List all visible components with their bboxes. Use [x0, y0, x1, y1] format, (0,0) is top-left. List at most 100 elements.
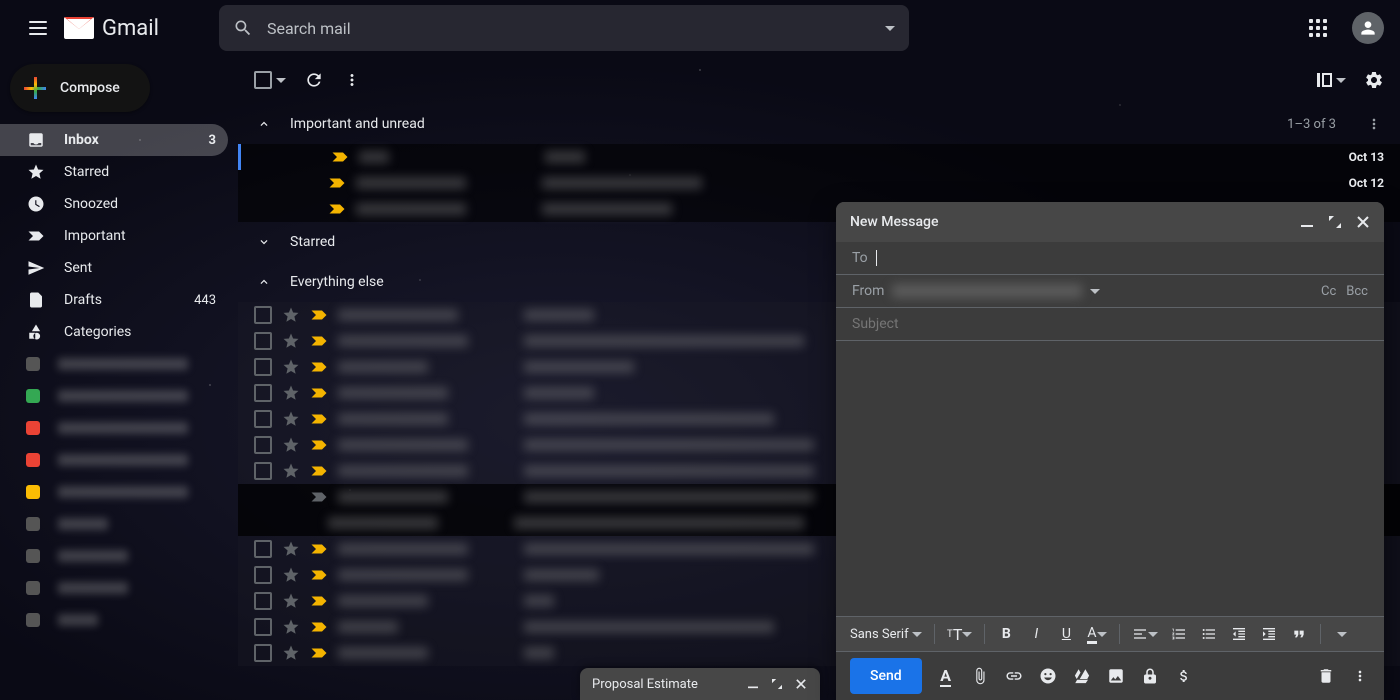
sidebar-label[interactable]: [0, 348, 228, 380]
row-checkbox[interactable]: [254, 306, 272, 324]
confidential-button[interactable]: [1140, 666, 1160, 686]
minimized-compose[interactable]: Proposal Estimate: [580, 668, 820, 700]
search-options-icon[interactable]: [885, 26, 895, 31]
star-icon[interactable]: [282, 462, 300, 480]
attach-button[interactable]: [970, 666, 990, 686]
row-checkbox[interactable]: [254, 540, 272, 558]
compose-more-button[interactable]: [1350, 666, 1370, 686]
main-menu-button[interactable]: [16, 6, 60, 50]
sidebar-item-inbox[interactable]: Inbox 3: [0, 124, 228, 156]
important-marker-icon[interactable]: [310, 569, 328, 581]
indent-less-button[interactable]: [1226, 621, 1252, 647]
star-icon[interactable]: [282, 358, 300, 376]
row-checkbox[interactable]: [254, 358, 272, 376]
important-marker-icon[interactable]: [310, 413, 328, 425]
from-field[interactable]: From Cc Bcc: [836, 275, 1384, 308]
gmail-logo[interactable]: Gmail: [64, 16, 159, 41]
mail-row[interactable]: Oct 12: [238, 170, 1400, 196]
star-icon[interactable]: [282, 332, 300, 350]
format-more-button[interactable]: [1329, 621, 1355, 647]
row-checkbox[interactable]: [254, 618, 272, 636]
insert-photo-button[interactable]: [1106, 666, 1126, 686]
row-checkbox[interactable]: [254, 644, 272, 662]
row-checkbox[interactable]: [254, 462, 272, 480]
sidebar-label[interactable]: [0, 412, 228, 444]
insert-emoji-button[interactable]: [1038, 666, 1058, 686]
star-icon[interactable]: [282, 644, 300, 662]
refresh-button[interactable]: [304, 70, 324, 90]
compose-header[interactable]: New Message: [836, 202, 1384, 242]
insert-money-button[interactable]: [1174, 666, 1194, 686]
bold-button[interactable]: B: [993, 621, 1019, 647]
collapse-button[interactable]: [254, 232, 274, 252]
important-marker-icon[interactable]: [310, 465, 328, 477]
important-marker-icon[interactable]: [310, 621, 328, 633]
row-checkbox[interactable]: [254, 410, 272, 428]
important-marker-icon[interactable]: [328, 203, 346, 215]
more-button[interactable]: [342, 70, 362, 90]
subject-field[interactable]: [836, 308, 1384, 341]
star-icon[interactable]: [282, 618, 300, 636]
insert-drive-button[interactable]: [1072, 666, 1092, 686]
important-marker-icon[interactable]: [310, 595, 328, 607]
important-marker-icon[interactable]: [310, 309, 328, 321]
split-pane-button[interactable]: [1317, 73, 1346, 87]
google-apps-button[interactable]: [1296, 6, 1340, 50]
row-checkbox[interactable]: [254, 436, 272, 454]
section-more-button[interactable]: [1364, 114, 1384, 134]
important-marker-icon[interactable]: [310, 543, 328, 555]
important-marker-icon[interactable]: [331, 151, 349, 163]
fullscreen-button[interactable]: [1328, 215, 1342, 229]
select-all[interactable]: [254, 71, 286, 89]
fullscreen-button[interactable]: [770, 677, 784, 691]
settings-button[interactable]: [1364, 70, 1384, 90]
underline-button[interactable]: U: [1053, 621, 1079, 647]
important-marker-icon[interactable]: [310, 491, 328, 503]
bcc-link[interactable]: Bcc: [1346, 284, 1368, 299]
sidebar-item-important[interactable]: Important: [0, 220, 228, 252]
star-icon[interactable]: [282, 540, 300, 558]
sidebar-label[interactable]: [0, 444, 228, 476]
star-icon[interactable]: [282, 592, 300, 610]
quote-button[interactable]: [1286, 621, 1312, 647]
numbered-list-button[interactable]: [1166, 621, 1192, 647]
row-checkbox[interactable]: [254, 566, 272, 584]
text-color-button[interactable]: A: [1083, 621, 1110, 647]
sidebar-label[interactable]: [0, 380, 228, 412]
search-input[interactable]: [267, 19, 871, 38]
font-family-button[interactable]: Sans Serif: [846, 621, 926, 647]
search-bar[interactable]: [219, 5, 909, 51]
account-avatar[interactable]: [1352, 12, 1384, 44]
mail-row[interactable]: Oct 13: [238, 144, 1400, 170]
sidebar-label[interactable]: [0, 572, 228, 604]
sidebar-item-starred[interactable]: Starred: [0, 156, 228, 188]
close-button[interactable]: [794, 677, 808, 691]
collapse-button[interactable]: [254, 272, 274, 292]
compose-button[interactable]: Compose: [10, 64, 150, 112]
star-icon[interactable]: [282, 306, 300, 324]
cc-link[interactable]: Cc: [1321, 284, 1336, 299]
sidebar-label[interactable]: [0, 476, 228, 508]
font-size-button[interactable]: TT: [943, 621, 977, 647]
important-marker-icon[interactable]: [310, 439, 328, 451]
important-marker-icon[interactable]: [310, 647, 328, 659]
subject-input[interactable]: [852, 316, 1368, 332]
align-button[interactable]: [1128, 621, 1162, 647]
minimize-button[interactable]: [746, 677, 760, 691]
minimize-button[interactable]: [1300, 215, 1314, 229]
formatting-button[interactable]: A: [936, 666, 956, 686]
indent-more-button[interactable]: [1256, 621, 1282, 647]
important-marker-icon[interactable]: [310, 361, 328, 373]
discard-button[interactable]: [1316, 666, 1336, 686]
sidebar-label[interactable]: [0, 508, 228, 540]
important-marker-icon[interactable]: [328, 177, 346, 189]
row-checkbox[interactable]: [254, 332, 272, 350]
sidebar-label[interactable]: [0, 604, 228, 636]
to-input[interactable]: [885, 250, 1368, 266]
sidebar-item-categories[interactable]: Categories: [0, 316, 228, 348]
star-icon[interactable]: [282, 410, 300, 428]
close-button[interactable]: [1356, 215, 1370, 229]
to-field[interactable]: To: [836, 242, 1384, 275]
important-marker-icon[interactable]: [310, 335, 328, 347]
row-checkbox[interactable]: [254, 384, 272, 402]
